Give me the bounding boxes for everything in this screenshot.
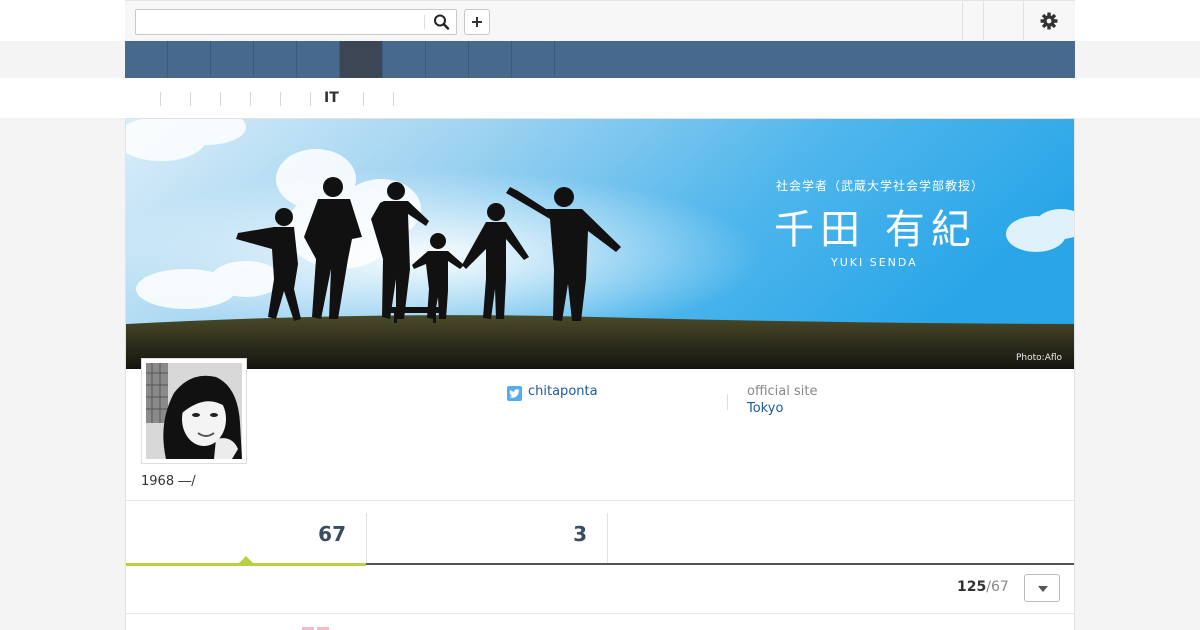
- sub-nav-item-it[interactable]: IT: [324, 90, 339, 106]
- section-divider: [126, 613, 1074, 614]
- profile-banner: 社会学者（武蔵大学社会学部教授） 千田 有紀 YUKI SENDA Photo:…: [126, 119, 1074, 369]
- sub-nav: IT: [0, 78, 1200, 118]
- toolbar-divider: [983, 2, 984, 40]
- search-button[interactable]: [430, 12, 454, 32]
- sub-nav-divider: [363, 92, 364, 106]
- nav-tab[interactable]: [297, 41, 340, 78]
- avatar-image: [146, 363, 242, 459]
- gear-icon: [1040, 12, 1058, 30]
- secondary-count: 3: [573, 522, 587, 546]
- birth-year: 1968 ―/: [141, 474, 196, 489]
- top-bar-inner: [125, 0, 1075, 41]
- search-box[interactable]: [135, 9, 457, 35]
- info-divider: [727, 394, 728, 410]
- twitter-link[interactable]: chitaponta: [528, 384, 598, 399]
- sub-nav-divider: [310, 92, 311, 106]
- toolbar-divider: [962, 2, 963, 40]
- settings-button[interactable]: [1039, 11, 1059, 31]
- search-divider: [424, 15, 425, 29]
- search-icon: [434, 14, 450, 30]
- tab-divider: [607, 513, 608, 563]
- sub-nav-divider: [393, 92, 394, 106]
- main-nav: [125, 41, 1075, 78]
- sub-nav-divider: [190, 92, 191, 106]
- official-site-label: official site: [747, 384, 818, 399]
- photo-credit: Photo:Aflo: [1016, 353, 1063, 363]
- nav-tab[interactable]: [254, 41, 297, 78]
- sub-nav-divider: [160, 92, 161, 106]
- nav-tab[interactable]: [512, 41, 555, 78]
- articles-count: 67: [318, 522, 346, 546]
- avatar: [141, 358, 247, 464]
- banner-name: 千田 有紀: [774, 207, 977, 253]
- author-profile-card: 社会学者（武蔵大学社会学部教授） 千田 有紀 YUKI SENDA Photo:…: [125, 118, 1075, 630]
- sort-dropdown-button[interactable]: [1024, 574, 1060, 602]
- nav-tab[interactable]: [168, 41, 211, 78]
- sub-nav-divider: [250, 92, 251, 106]
- search-input[interactable]: [136, 10, 422, 34]
- nav-tab[interactable]: [211, 41, 254, 78]
- section-divider: [126, 500, 1074, 501]
- toolbar-divider: [1023, 2, 1024, 40]
- sub-nav-divider: [220, 92, 221, 106]
- tab-secondary[interactable]: 3: [367, 513, 607, 563]
- banner-role: 社会学者（武蔵大学社会学部教授）: [776, 179, 985, 193]
- location-link[interactable]: Tokyo: [747, 401, 783, 416]
- nav-tab[interactable]: [469, 41, 512, 78]
- tab-active-indicator: [126, 563, 366, 566]
- pagination-counter: 125/67: [957, 579, 1009, 595]
- add-button[interactable]: [464, 9, 490, 35]
- top-bar: [0, 0, 1200, 41]
- nav-tab[interactable]: [426, 41, 469, 78]
- tab-active-pointer: [239, 556, 253, 563]
- sub-nav-divider: [280, 92, 281, 106]
- pager-total: 67: [990, 579, 1009, 595]
- nav-tab[interactable]: [125, 41, 168, 78]
- nav-tab-active[interactable]: [340, 41, 383, 78]
- pager-current: 125: [957, 579, 987, 595]
- banner-name-roman: YUKI SENDA: [831, 256, 918, 269]
- twitter-icon[interactable]: [507, 386, 522, 401]
- nav-tab[interactable]: [383, 41, 426, 78]
